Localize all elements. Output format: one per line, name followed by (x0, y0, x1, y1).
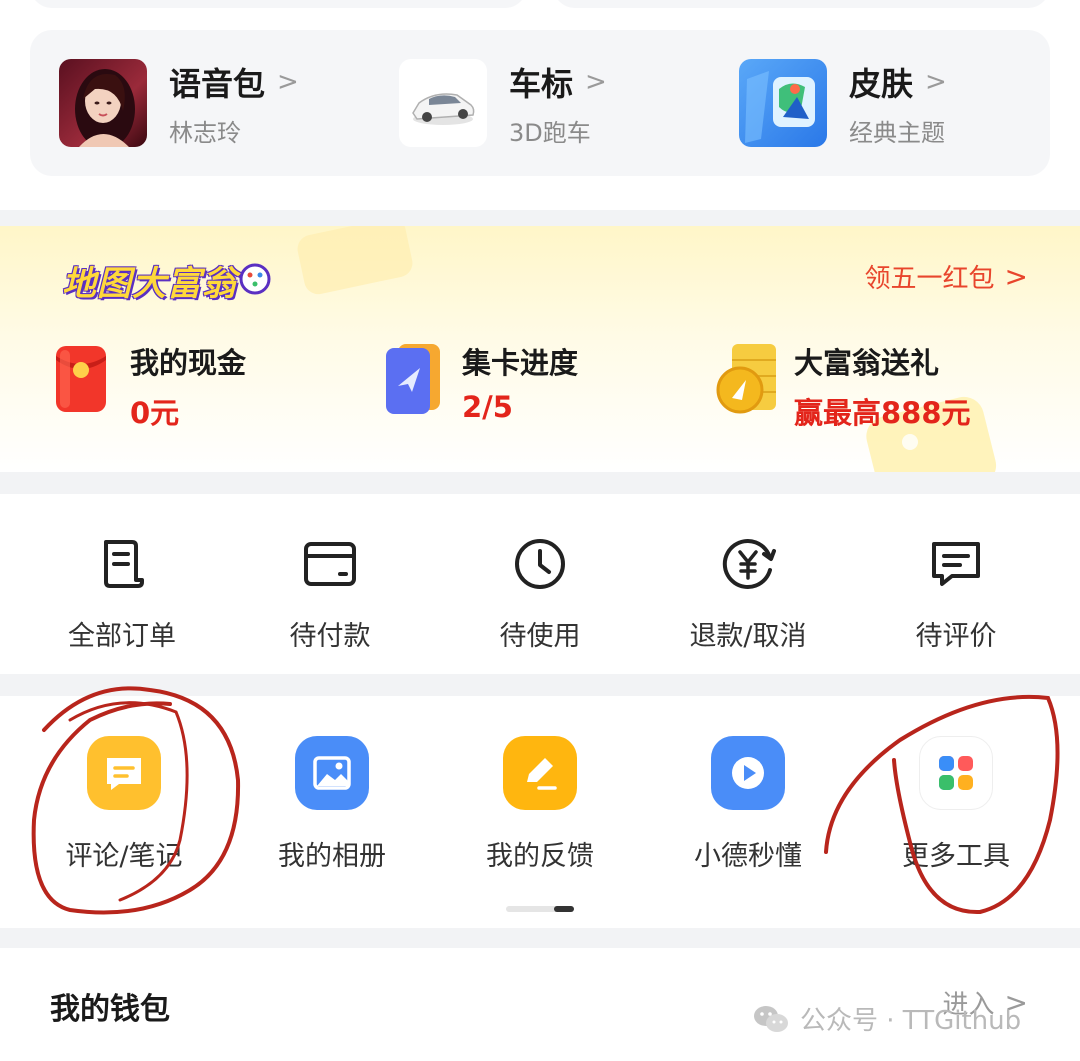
wallet-card-icon (304, 542, 356, 586)
all-orders-button[interactable]: 全部订单 (32, 536, 212, 653)
my-feedback-button[interactable]: 我的反馈 (450, 736, 630, 873)
voice-pack-item[interactable]: 语音包 > 林志玲 (59, 58, 299, 148)
more-tools-label: 更多工具 (902, 841, 1010, 872)
pending-review-label: 待评价 (915, 621, 997, 652)
order-list-icon (104, 540, 144, 588)
xiaode-explain-button[interactable]: 小德秒懂 (658, 736, 838, 873)
note-bubble-icon (87, 736, 161, 810)
skin-map-icon (739, 59, 827, 147)
personalization-card: 语音包 > 林志玲 车标 > 3D跑车 皮肤 > 经典主题 (30, 30, 1050, 176)
more-grid-icon (919, 736, 993, 810)
xiaode-explain-label: 小德秒懂 (694, 841, 802, 872)
gold-coin-icon (716, 340, 776, 416)
photo-album-icon (295, 736, 369, 810)
watermark-text: 公众号 · TTGithub (800, 1006, 1022, 1036)
monopoly-gift-item[interactable]: 大富翁送礼 赢最高888元 (716, 340, 971, 432)
decorative-dice (294, 226, 416, 297)
my-cash-value: 0元 (130, 396, 180, 430)
my-feedback-label: 我的反馈 (486, 841, 594, 872)
red-packet-link[interactable]: 领五一红包 > (865, 258, 1028, 295)
pending-review-button[interactable]: 待评价 (866, 536, 1046, 653)
dice-logo-icon (239, 263, 271, 295)
skin-item[interactable]: 皮肤 > 经典主题 (739, 58, 947, 148)
monopoly-gift-value: 赢最高888元 (794, 396, 971, 430)
feedback-pen-icon (503, 736, 577, 810)
card-progress-value: 2/5 (462, 390, 513, 424)
partial-card-left (30, 0, 527, 8)
chevron-right-icon: > (1004, 260, 1028, 293)
red-envelope-icon (52, 340, 112, 416)
my-album-label: 我的相册 (278, 841, 386, 872)
refund-cancel-label: 退款/取消 (689, 621, 807, 652)
pending-payment-button[interactable]: 待付款 (240, 536, 420, 653)
monopoly-banner[interactable]: 地图大富翁 领五一红包 > 我的现金 0元 集卡进度 2/5 大富翁送礼 赢最高… (0, 226, 1080, 472)
pending-payment-label: 待付款 (289, 621, 371, 652)
wechat-icon (754, 1005, 788, 1032)
chevron-right-icon: > (925, 66, 947, 97)
skin-title: 皮肤 (849, 64, 914, 103)
voice-pack-subtitle: 林志玲 (169, 118, 241, 147)
my-album-button[interactable]: 我的相册 (242, 736, 422, 873)
tools-section: 评论/笔记 我的相册 我的反馈 小德秒懂 更多工具 (0, 696, 1080, 928)
comment-icon (932, 542, 980, 586)
chevron-right-icon: > (277, 66, 299, 97)
yuan-refund-icon (722, 539, 776, 589)
voice-avatar (59, 59, 147, 147)
all-orders-label: 全部订单 (68, 621, 176, 652)
car-logo-subtitle: 3D跑车 (509, 118, 591, 147)
refund-cancel-button[interactable]: 退款/取消 (658, 536, 838, 653)
watermark: 公众号 · TTGithub (752, 1000, 1021, 1037)
car-logo-title: 车标 (509, 64, 574, 103)
orders-section: 全部订单 待付款 待使用 退款/取消 待评价 (0, 494, 1080, 674)
play-video-icon (711, 736, 785, 810)
my-cash-label: 我的现金 (130, 346, 247, 380)
car-logo-item[interactable]: 车标 > 3D跑车 (399, 58, 607, 148)
pending-use-label: 待使用 (499, 621, 581, 652)
partial-card-right (553, 0, 1050, 8)
monopoly-gift-label: 大富翁送礼 (794, 346, 940, 380)
my-cash-item[interactable]: 我的现金 0元 (52, 340, 246, 432)
red-packet-link-label: 领五一红包 (864, 264, 995, 294)
reviews-notes-button[interactable]: 评论/笔记 (34, 736, 214, 873)
car-icon (399, 59, 487, 147)
monopoly-logo: 地图大富翁 (62, 264, 237, 304)
wallet-title: 我的钱包 (50, 992, 170, 1027)
card-progress-label: 集卡进度 (462, 346, 579, 380)
skin-subtitle: 经典主题 (849, 118, 945, 147)
chevron-right-icon: > (585, 66, 607, 97)
page-indicator-active (554, 906, 574, 912)
clock-icon (515, 539, 565, 589)
reviews-notes-label: 评论/笔记 (65, 841, 183, 872)
pending-use-button[interactable]: 待使用 (450, 536, 630, 653)
card-progress-item[interactable]: 集卡进度 2/5 (384, 340, 578, 424)
more-tools-button[interactable]: 更多工具 (866, 736, 1046, 873)
voice-pack-title: 语音包 (169, 64, 266, 103)
personalization-section: 语音包 > 林志玲 车标 > 3D跑车 皮肤 > 经典主题 (0, 0, 1080, 210)
card-collection-icon (384, 340, 444, 416)
